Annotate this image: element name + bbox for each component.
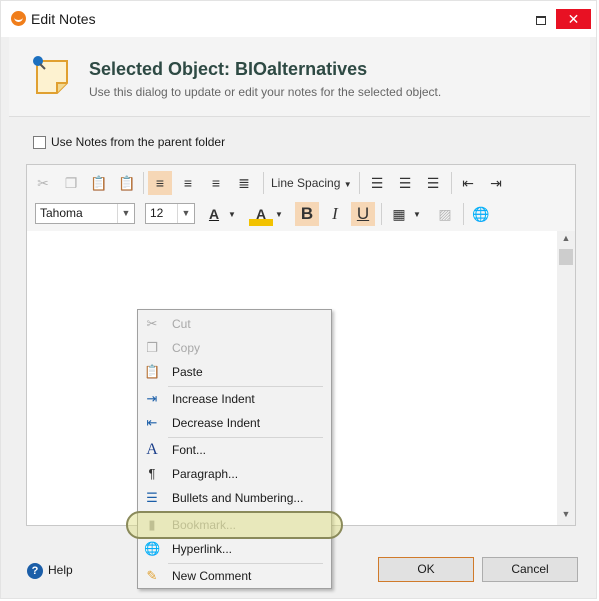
sticky-note-icon — [33, 56, 68, 94]
menu-item-new-comment[interactable]: ✎ New Comment — [138, 564, 331, 588]
comment-icon: ✎ — [146, 568, 158, 583]
toolbar-separator — [359, 172, 360, 194]
chevron-down-icon: ▼ — [343, 180, 352, 189]
menu-item-paste[interactable]: 📋 Paste — [138, 360, 331, 384]
menu-item-paragraph[interactable]: ¶ Paragraph... — [138, 462, 331, 486]
numbering-icon[interactable]: ☰ — [393, 171, 417, 195]
toolbar-separator — [451, 172, 452, 194]
font-icon: A — [146, 441, 158, 458]
chevron-down-icon[interactable]: ▼ — [273, 202, 285, 226]
hyperlink-icon: 🌐 — [144, 541, 161, 556]
title-bar: Edit Notes ✕ — [1, 1, 596, 37]
menu-item-label: Decrease Indent — [172, 416, 261, 430]
menu-item-label: Cut — [172, 317, 191, 331]
toolbar-separator — [463, 203, 464, 225]
increase-indent-icon[interactable]: ⇥ — [484, 171, 508, 195]
bold-button[interactable]: B — [295, 202, 319, 226]
increase-indent-icon: ⇥ — [146, 391, 158, 406]
paragraph-icon: ¶ — [148, 466, 156, 481]
paste-icon: 📋 — [144, 364, 161, 379]
underline-button[interactable]: U — [351, 202, 375, 226]
chevron-down-icon[interactable]: ▼ — [177, 204, 194, 223]
align-right-icon[interactable]: ≡ — [204, 171, 228, 195]
font-name-select[interactable]: Tahoma ▼ — [35, 203, 135, 224]
close-button[interactable]: ✕ — [556, 9, 591, 29]
help-icon[interactable]: ? — [27, 563, 43, 579]
scroll-thumb[interactable] — [559, 249, 573, 265]
menu-item-increase-indent[interactable]: ⇥ Increase Indent — [138, 387, 331, 411]
menu-item-label: Bullets and Numbering... — [172, 491, 304, 505]
menu-item-copy[interactable]: ❐ Copy — [138, 336, 331, 360]
menu-item-label: Increase Indent — [172, 392, 255, 406]
bullets-icon[interactable]: ☰ — [365, 171, 389, 195]
chevron-down-icon[interactable]: ▼ — [117, 204, 134, 223]
decrease-indent-icon: ⇤ — [146, 415, 158, 430]
toolbar-separator — [143, 172, 144, 194]
menu-item-label: Hyperlink... — [172, 542, 233, 556]
copy-icon: ❐ — [146, 340, 158, 355]
parent-folder-label: Use Notes from the parent folder — [51, 135, 226, 149]
help-link[interactable]: Help — [48, 563, 73, 577]
menu-item-bullets-numbering[interactable]: ☰ Bullets and Numbering... — [138, 486, 331, 510]
cut-icon[interactable]: ✂ — [31, 171, 55, 195]
bullets-icon: ☰ — [146, 490, 158, 505]
line-spacing-dropdown[interactable]: Line Spacing ▼ — [271, 172, 352, 194]
ok-button[interactable]: OK — [378, 557, 474, 582]
window-title: Edit Notes — [31, 11, 96, 27]
menu-item-label: Copy — [172, 341, 201, 355]
font-size-select[interactable]: 12 ▼ — [145, 203, 195, 224]
decrease-indent-icon[interactable]: ⇤ — [456, 171, 480, 195]
table-icon[interactable]: ▦ — [387, 202, 411, 226]
menu-item-label: Paste — [172, 365, 203, 379]
menu-item-label: New Comment — [172, 569, 252, 583]
dialog-header: Selected Object: BIOalternatives Use thi… — [9, 37, 590, 117]
menu-item-font[interactable]: A Font... — [138, 438, 331, 462]
paste-special-icon[interactable]: 📋 — [115, 171, 139, 195]
menu-item-cut[interactable]: ✂ Cut — [138, 312, 331, 336]
font-size-value: 12 — [150, 206, 164, 220]
highlight-color-icon[interactable]: A — [249, 202, 273, 226]
scroll-up-icon[interactable]: ▲ — [557, 233, 575, 247]
hyperlink-icon[interactable]: 🌐 — [469, 202, 493, 226]
italic-button[interactable]: I — [323, 202, 347, 226]
paste-icon[interactable]: 📋 — [87, 171, 111, 195]
chevron-down-icon[interactable]: ▼ — [226, 202, 238, 226]
header-title: Selected Object: BIOalternatives — [89, 59, 368, 79]
multilevel-list-icon[interactable]: ☰ — [421, 171, 445, 195]
menu-item-hyperlink[interactable]: 🌐 Hyperlink... — [138, 537, 331, 561]
maximize-button[interactable] — [534, 11, 546, 25]
font-name-value: Tahoma — [40, 206, 83, 220]
toolbar-separator — [381, 203, 382, 225]
scroll-down-icon[interactable]: ▼ — [557, 509, 575, 523]
font-color-icon[interactable]: A — [202, 202, 226, 226]
context-menu: ✂ Cut ❐ Copy 📋 Paste ⇥ Increase Indent ⇤… — [137, 309, 332, 589]
align-center-icon[interactable]: ≡ — [176, 171, 200, 195]
copy-icon[interactable]: ❐ — [59, 171, 83, 195]
toolbar-separator — [263, 172, 264, 194]
chevron-down-icon[interactable]: ▼ — [411, 202, 423, 226]
justify-icon[interactable]: ≣ — [232, 171, 256, 195]
bookmark-highlight-annotation — [126, 511, 343, 539]
line-spacing-label: Line Spacing — [271, 176, 341, 190]
align-left-icon[interactable]: ≡ — [148, 171, 172, 195]
menu-item-decrease-indent[interactable]: ⇤ Decrease Indent — [138, 411, 331, 435]
menu-item-label: Paragraph... — [172, 467, 239, 481]
editor-toolbar: ✂ ❐ 📋 📋 ≡ ≡ ≡ ≣ Line Spacing ▼ ☰ ☰ ☰ ⇤ ⇥… — [27, 165, 575, 231]
cancel-button[interactable]: Cancel — [482, 557, 578, 582]
app-logo-icon — [11, 11, 26, 26]
image-icon[interactable]: ▨ — [433, 202, 457, 226]
vertical-scrollbar[interactable]: ▲ ▼ — [557, 231, 575, 525]
menu-item-label: Font... — [172, 443, 207, 457]
header-subtitle: Use this dialog to update or edit your n… — [89, 85, 442, 99]
scissors-icon: ✂ — [146, 316, 158, 331]
parent-folder-checkbox[interactable] — [33, 136, 46, 149]
